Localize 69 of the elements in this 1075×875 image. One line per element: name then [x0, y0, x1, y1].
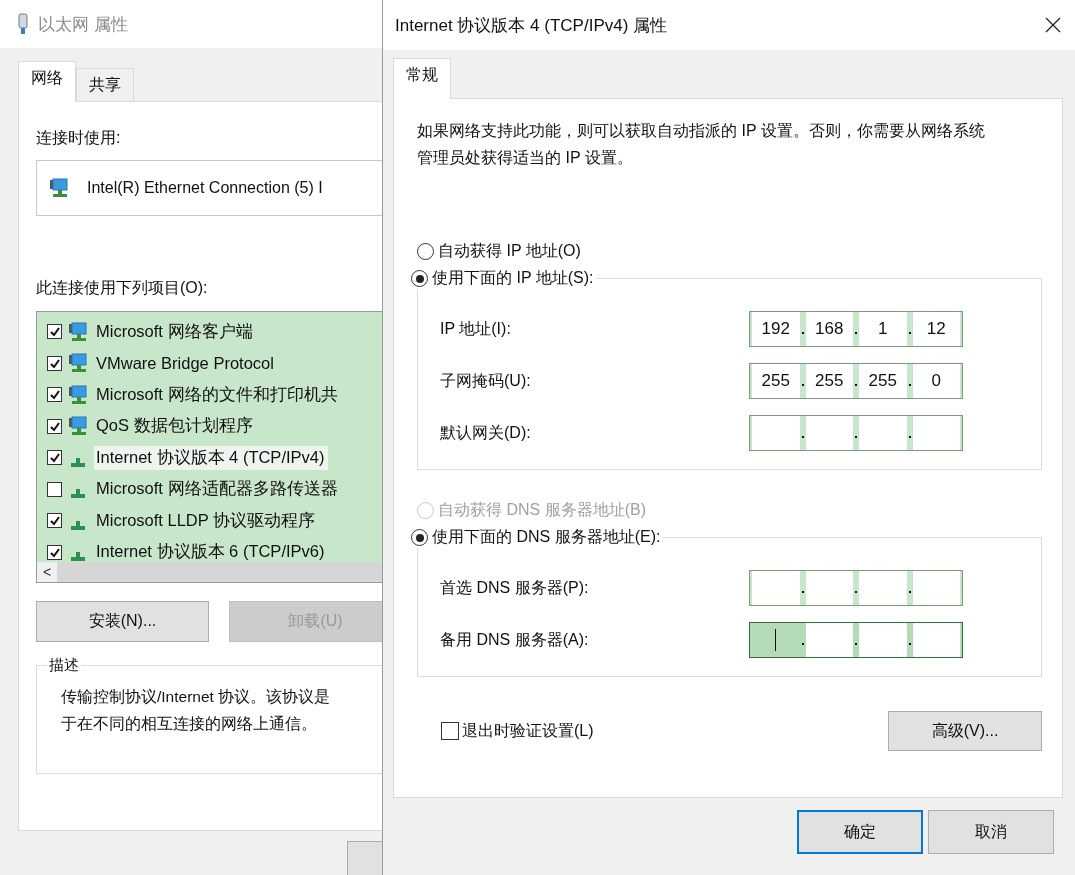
network-icon: [71, 552, 85, 562]
field-label: 备用 DNS 服务器(A):: [440, 629, 589, 650]
list-item[interactable]: VMware Bridge Protocol: [94, 352, 278, 374]
ip-address-field[interactable]: [749, 622, 963, 658]
network-icon: [71, 457, 85, 467]
check-icon: [48, 452, 61, 464]
tab[interactable]: 共享: [76, 68, 134, 101]
checkbox[interactable]: [47, 513, 62, 529]
field-label: 默认网关(D):: [440, 422, 531, 443]
ok-button[interactable]: 确定: [797, 810, 923, 854]
ip-address-field[interactable]: 255 255 255 0: [749, 363, 963, 399]
install-button[interactable]: 安装(N)...: [36, 601, 209, 642]
check-icon: [48, 389, 61, 401]
check-icon: [48, 420, 61, 432]
checkbox[interactable]: [47, 450, 62, 466]
section-label: 连接时使用:: [36, 128, 122, 148]
close-icon: [1045, 17, 1061, 33]
radio-option[interactable]: 自动获得 IP 地址(O): [417, 241, 1042, 262]
intro-text: 如果网络支持此功能，则可以获取自动指派的 IP 设置。否则，你需要从网络系统管理员处获得适当的 IP 设置。: [417, 121, 986, 168]
window-title: 以太网 属性: [38, 13, 128, 36]
network-icon: [71, 489, 85, 499]
advanced-button[interactable]: 高级(V)...: [888, 711, 1042, 751]
checkbox-option[interactable]: 退出时验证设置(L): [441, 720, 594, 742]
monitor-icon: [68, 416, 88, 437]
field-label: 子网掩码(U):: [440, 370, 531, 391]
check-icon: [48, 515, 61, 527]
list-item[interactable]: QoS 数据包计划程序: [94, 414, 257, 439]
checkbox[interactable]: [47, 324, 62, 340]
tab[interactable]: 网络: [18, 61, 76, 102]
check-icon: [48, 357, 61, 369]
list-item[interactable]: Microsoft 网络适配器多路传送器: [94, 477, 342, 502]
checkbox[interactable]: [47, 418, 62, 434]
radio-button[interactable]: [411, 529, 428, 546]
radio-button[interactable]: [417, 243, 434, 260]
tab[interactable]: 常规: [393, 58, 451, 99]
network-icon: [71, 520, 85, 530]
list-item[interactable]: Microsoft LLDP 协议驱动程序: [94, 508, 320, 533]
monitor-icon: [68, 353, 88, 374]
list-item[interactable]: Microsoft 网络客户端: [94, 319, 257, 344]
group-title: 描述: [48, 656, 80, 675]
list-item[interactable]: Microsoft 网络的文件和打印机共: [94, 382, 342, 407]
checkbox[interactable]: [47, 387, 62, 403]
description-text: 传输控制协议/Internet 协议。该协议是: [61, 687, 331, 707]
network-adapter-icon: [49, 178, 69, 198]
usb-plug-icon: [16, 13, 30, 35]
checkbox[interactable]: [47, 355, 62, 371]
monitor-icon: [68, 321, 88, 342]
radio-option[interactable]: 使用下面的 IP 地址(S):: [411, 268, 594, 289]
ip-address-field[interactable]: 192 168 1 12: [749, 311, 963, 347]
list-item[interactable]: Internet 协议版本 6 (TCP/IPv6): [94, 540, 329, 562]
checkbox[interactable]: [441, 722, 459, 740]
radio-option[interactable]: 使用下面的 DNS 服务器地址(E):: [411, 527, 661, 548]
description-text: 于在不同的相互连接的网络上通信。: [61, 714, 317, 734]
field-label: IP 地址(I):: [440, 318, 511, 339]
check-icon: [48, 546, 61, 558]
cancel-button[interactable]: 取消: [928, 810, 1054, 854]
ip-address-field[interactable]: [749, 415, 963, 451]
monitor-icon: [68, 384, 88, 405]
check-icon: [48, 326, 61, 338]
window-title: Internet 协议版本 4 (TCP/IPv4) 属性: [395, 14, 668, 37]
field-label: 首选 DNS 服务器(P):: [440, 577, 589, 598]
section-label: 此连接使用下列项目(O):: [36, 278, 209, 298]
checkbox[interactable]: [47, 544, 62, 560]
checkbox[interactable]: [47, 481, 62, 497]
list-item[interactable]: Internet 协议版本 4 (TCP/IPv4): [94, 445, 329, 470]
adapter-name: Intel(R) Ethernet Connection (5) I: [87, 179, 323, 197]
ip-address-field[interactable]: [749, 570, 963, 606]
horizontal-scrollbar[interactable]: <: [37, 562, 382, 582]
radio-button[interactable]: [411, 270, 428, 287]
